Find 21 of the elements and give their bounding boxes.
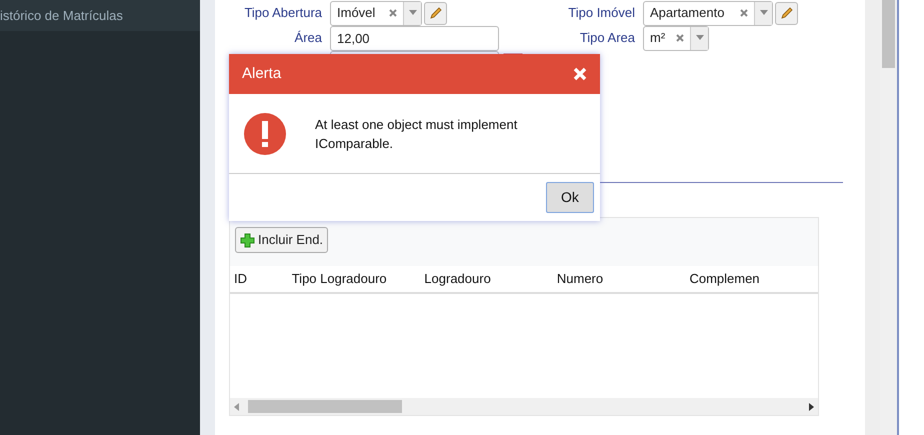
text-field[interactable]: 12,00 xyxy=(330,26,499,50)
sidebar-item[interactable]: istórico de Matrículas xyxy=(0,0,200,31)
select-field[interactable]: Apartamento xyxy=(643,0,773,26)
select-field[interactable]: Imóvel xyxy=(330,0,422,26)
select-value: m² xyxy=(649,29,666,48)
select-value: Apartamento xyxy=(649,4,726,22)
field-label: Tipo Area xyxy=(578,29,636,48)
add-address-button[interactable]: Incluir End. xyxy=(235,227,328,253)
column-header[interactable]: Complemen xyxy=(685,269,818,289)
field-label: Tipo Abertura xyxy=(243,4,323,22)
column-header[interactable]: Logradouro xyxy=(420,269,553,289)
ok-button[interactable]: Ok xyxy=(546,182,594,213)
column-header[interactable]: Numero xyxy=(552,269,686,289)
dialog-title: Alerta xyxy=(242,64,282,84)
field-label: Área xyxy=(294,29,323,48)
select-value: Imóvel xyxy=(336,4,376,22)
select-field[interactable]: m² xyxy=(643,26,709,50)
column-header[interactable]: ID xyxy=(230,269,288,289)
field-label: Tipo Imóvel xyxy=(567,4,636,22)
alert-message: At least one object must implement IComparable. xyxy=(315,116,518,152)
column-header[interactable]: Tipo Logradouro xyxy=(288,269,420,289)
